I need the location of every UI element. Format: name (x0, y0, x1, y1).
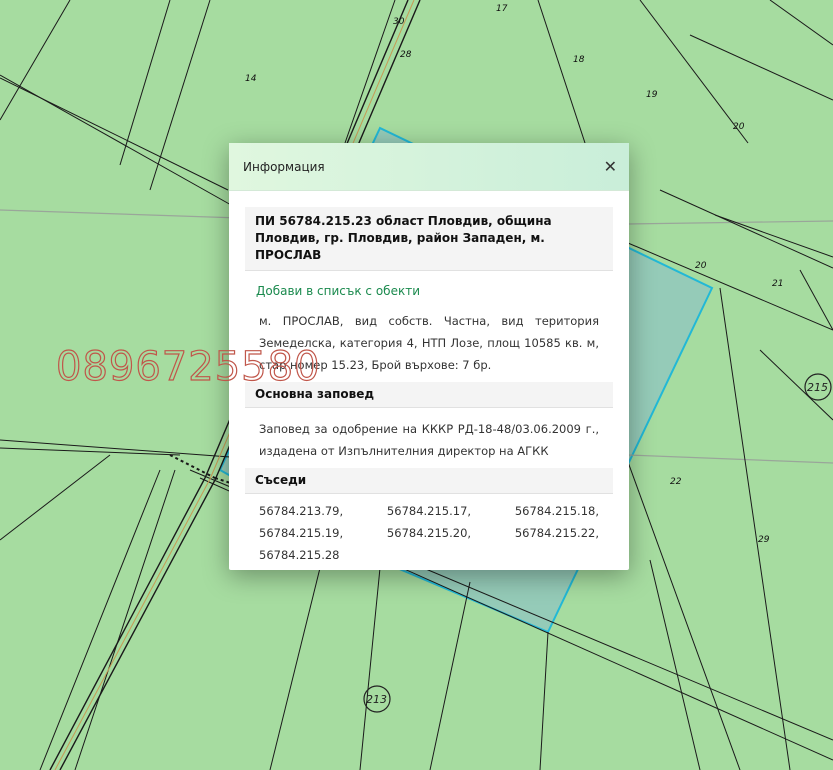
parcel-label-29: 29 (758, 535, 770, 545)
parcel-description: м. ПРОСЛАВ, вид собств. Частна, вид тери… (259, 314, 599, 372)
parcel-label-30: 30 (393, 17, 405, 27)
popup-body: ПИ 56784.215.23 област Пловдив, община П… (229, 191, 629, 572)
parcel-label-28: 28 (400, 50, 412, 60)
neighbors-text: 56784.213.79, 56784.215.17, 56784.215.18… (259, 504, 599, 562)
svg-text:215: 215 (807, 381, 828, 394)
parcel-label-17: 17 (496, 4, 508, 14)
parcel-label-19: 19 (646, 90, 658, 100)
order-heading: Основна заповед (245, 382, 613, 408)
order-text: Заповед за одобрение на КККР РД-18-48/03… (259, 422, 599, 458)
svg-text:213: 213 (366, 693, 387, 706)
parcel-label-14: 14 (245, 74, 257, 84)
parcel-label-18: 18 (573, 55, 585, 65)
parcel-label-20b: 20 (695, 261, 707, 271)
popup-title: Информация (243, 159, 325, 174)
parcel-label-21: 21 (772, 279, 783, 289)
popup-header: Информация ✕ (229, 143, 629, 191)
parcel-label-20a: 20 (733, 122, 745, 132)
add-to-list-link[interactable]: Добави в списък с обекти (245, 271, 613, 306)
info-popup: Информация ✕ ПИ 56784.215.23 област Плов… (229, 143, 629, 570)
parcel-heading: ПИ 56784.215.23 област Пловдив, община П… (245, 207, 613, 271)
close-icon[interactable]: ✕ (602, 157, 619, 176)
neighbors-heading: Съседи (245, 468, 613, 494)
parcel-label-22: 22 (670, 477, 682, 487)
